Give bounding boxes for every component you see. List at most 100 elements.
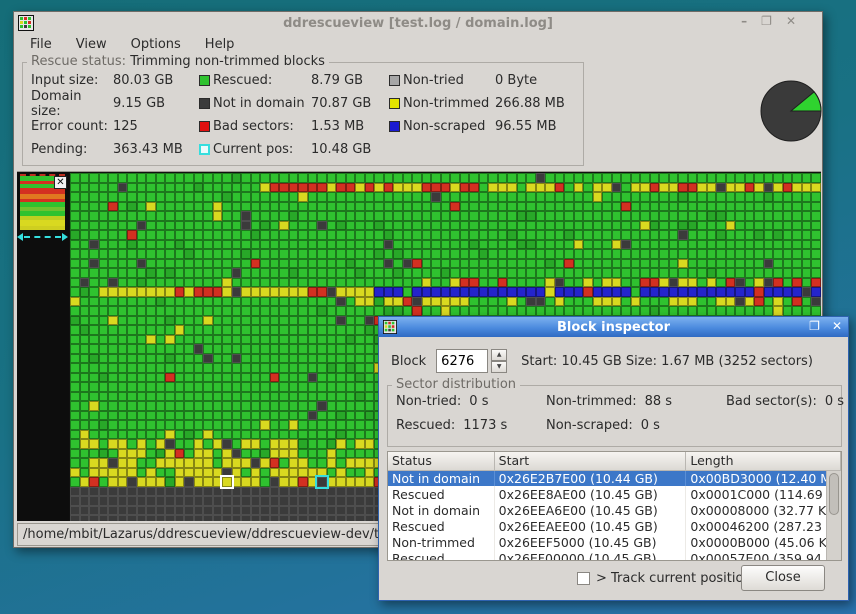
map-cell[interactable] [640, 201, 650, 211]
map-cell[interactable] [592, 239, 602, 249]
map-cell[interactable] [89, 496, 99, 506]
map-cell[interactable] [146, 477, 156, 487]
map-cell[interactable] [336, 239, 346, 249]
map-cell[interactable] [630, 296, 640, 306]
map-cell[interactable] [212, 173, 222, 183]
map-cell[interactable] [298, 363, 308, 373]
map-cell[interactable] [649, 220, 659, 230]
map-cell[interactable] [697, 220, 707, 230]
map-cell[interactable] [640, 258, 650, 268]
map-cell[interactable] [773, 249, 783, 259]
map-cell[interactable] [554, 249, 564, 259]
map-cell[interactable] [773, 220, 783, 230]
map-cell[interactable] [288, 201, 298, 211]
map-cell[interactable] [687, 249, 697, 259]
map-cell[interactable] [146, 439, 156, 449]
map-cell[interactable] [317, 230, 327, 240]
map-cell[interactable] [402, 296, 412, 306]
map-cell[interactable] [241, 201, 251, 211]
map-cell[interactable] [307, 306, 317, 316]
map-cell[interactable] [98, 239, 108, 249]
map-cell[interactable] [193, 458, 203, 468]
map-cell[interactable] [545, 268, 555, 278]
map-cell[interactable] [108, 401, 118, 411]
map-cell[interactable] [649, 258, 659, 268]
map-cell[interactable] [364, 477, 374, 487]
map-cell[interactable] [165, 496, 175, 506]
map-cell[interactable] [355, 258, 365, 268]
map-cell[interactable] [193, 429, 203, 439]
map-cell[interactable] [174, 448, 184, 458]
map-cell[interactable] [763, 296, 773, 306]
map-cell[interactable] [364, 173, 374, 183]
map-cell[interactable] [573, 220, 583, 230]
map-cell[interactable] [165, 268, 175, 278]
map-cell[interactable] [697, 239, 707, 249]
map-cell[interactable] [155, 458, 165, 468]
map-cell[interactable] [146, 192, 156, 202]
map-cell[interactable] [535, 287, 545, 297]
map-cell[interactable] [811, 173, 821, 183]
map-cell[interactable] [383, 192, 393, 202]
map-cell[interactable] [801, 277, 811, 287]
map-cell[interactable] [307, 334, 317, 344]
map-cell[interactable] [792, 258, 802, 268]
map-cell[interactable] [383, 296, 393, 306]
map-cell[interactable] [450, 211, 460, 221]
map-cell[interactable] [98, 173, 108, 183]
map-cell[interactable] [298, 296, 308, 306]
map-cell[interactable] [241, 429, 251, 439]
map-cell[interactable] [402, 268, 412, 278]
map-cell[interactable] [488, 287, 498, 297]
map-cell[interactable] [241, 467, 251, 477]
map-cell[interactable] [554, 230, 564, 240]
map-cell[interactable] [165, 201, 175, 211]
map-cell[interactable] [336, 230, 346, 240]
map-cell[interactable] [279, 211, 289, 221]
map-cell[interactable] [431, 211, 441, 221]
map-cell[interactable] [364, 353, 374, 363]
map-cell[interactable] [611, 182, 621, 192]
map-cell[interactable] [269, 429, 279, 439]
map-cell[interactable] [526, 287, 536, 297]
map-cell[interactable] [212, 220, 222, 230]
map-cell[interactable] [431, 201, 441, 211]
map-cell[interactable] [155, 325, 165, 335]
map-cell[interactable] [488, 173, 498, 183]
map-cell[interactable] [146, 372, 156, 382]
map-cell[interactable] [431, 182, 441, 192]
map-cell[interactable] [279, 505, 289, 515]
map-cell[interactable] [212, 372, 222, 382]
map-cell[interactable] [165, 486, 175, 496]
map-cell[interactable] [668, 192, 678, 202]
map-cell[interactable] [640, 277, 650, 287]
map-cell[interactable] [364, 296, 374, 306]
map-cell[interactable] [231, 268, 241, 278]
map-cell[interactable] [212, 249, 222, 259]
map-cell[interactable] [203, 448, 213, 458]
map-cell[interactable] [583, 211, 593, 221]
map-cell[interactable] [326, 477, 336, 487]
map-cell[interactable] [212, 192, 222, 202]
map-cell[interactable] [79, 334, 89, 344]
map-cell[interactable] [146, 401, 156, 411]
map-cell[interactable] [222, 182, 232, 192]
map-cell[interactable] [279, 220, 289, 230]
map-cell[interactable] [136, 467, 146, 477]
map-cell[interactable] [592, 306, 602, 316]
map-cell[interactable] [165, 277, 175, 287]
map-cell[interactable] [640, 239, 650, 249]
map-cell[interactable] [773, 277, 783, 287]
map-cell[interactable] [98, 192, 108, 202]
map-cell[interactable] [744, 201, 754, 211]
map-cell[interactable] [345, 315, 355, 325]
map-cell[interactable] [108, 477, 118, 487]
map-cell[interactable] [127, 192, 137, 202]
map-cell[interactable] [127, 353, 137, 363]
map-cell[interactable] [450, 296, 460, 306]
map-cell[interactable] [811, 230, 821, 240]
map-cell[interactable] [459, 306, 469, 316]
map-cell[interactable] [288, 496, 298, 506]
map-cell[interactable] [554, 258, 564, 268]
map-cell[interactable] [792, 306, 802, 316]
